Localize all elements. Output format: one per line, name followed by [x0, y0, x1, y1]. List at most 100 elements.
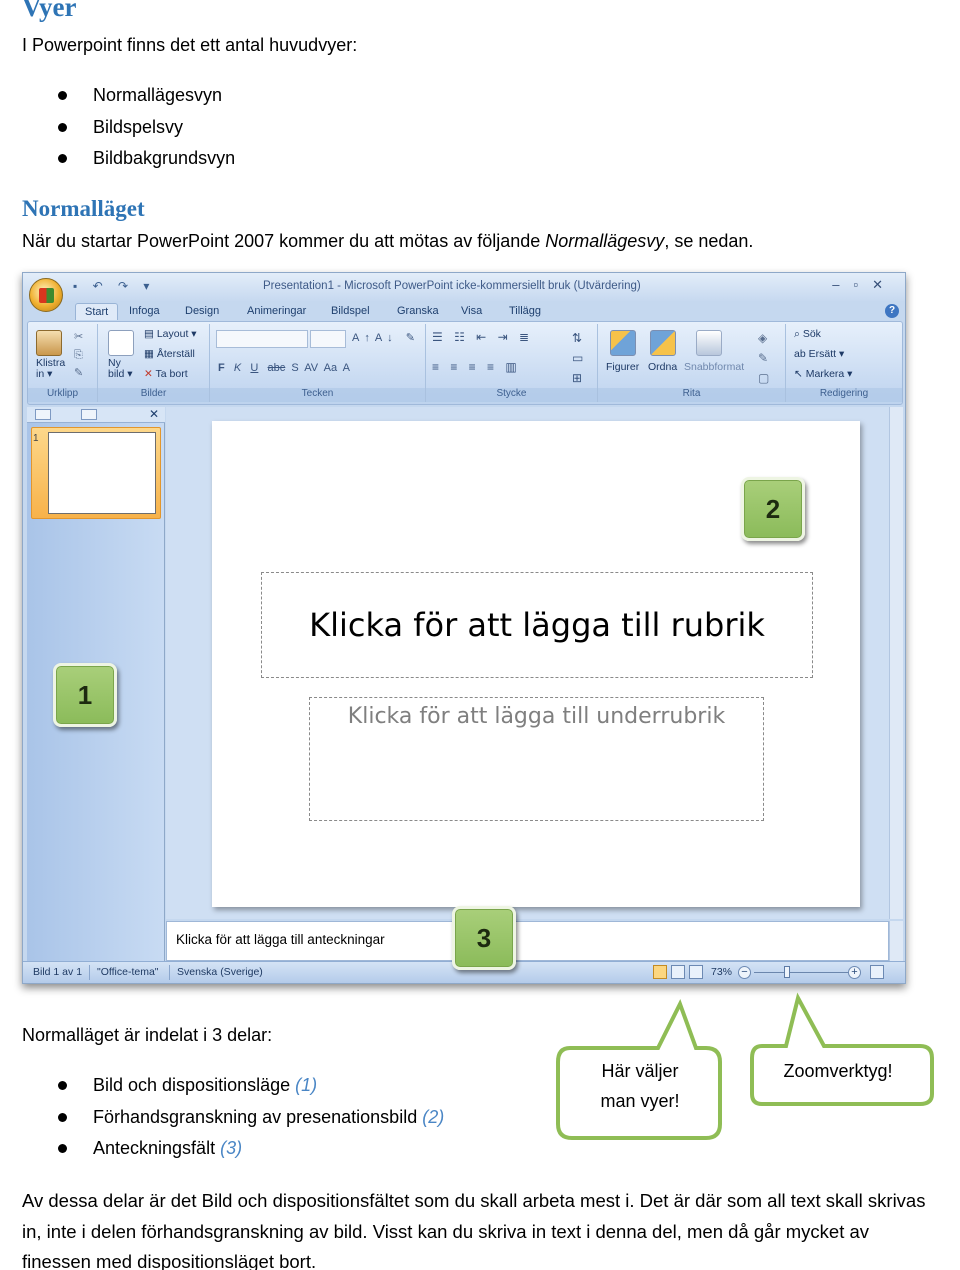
vertical-scrollbar[interactable] — [889, 407, 903, 919]
italic-button[interactable]: K — [234, 362, 241, 374]
office-button-icon[interactable] — [29, 278, 63, 312]
section-heading-normallaget: Normalläget — [22, 196, 145, 221]
quick-styles-icon[interactable] — [696, 330, 722, 356]
select-button[interactable]: ↖ Markera ▾ — [794, 368, 852, 380]
align-buttons[interactable]: ≡ ≡ ≡ ≡ ▥ — [432, 360, 521, 374]
quick-styles-button[interactable]: Snabbformat — [684, 361, 744, 373]
normal-intro-text: När du startar PowerPoint 2007 kommer du… — [22, 230, 753, 252]
ribbon: Klistra in ▾ ✂ ⎘ ✎ Urklipp Ny bild ▾ ▤ Layou… — [27, 321, 903, 405]
zoom-slider-knob[interactable] — [784, 966, 790, 978]
zoom-level[interactable]: 73% — [711, 966, 732, 978]
tab-design[interactable]: Design — [185, 305, 219, 317]
slideshow-view-button[interactable] — [689, 965, 703, 979]
spacing-button[interactable]: AV — [304, 362, 318, 374]
fit-window-icon[interactable] — [870, 965, 884, 979]
group-rita: Figurer Ordna Snabbformat ◈ ✎ ▢ Rita — [598, 324, 786, 402]
status-theme: "Office-tema" — [97, 966, 159, 978]
group-label-tecken: Tecken — [210, 388, 425, 402]
notes-placeholder[interactable]: Klicka för att lägga till anteckningar — [176, 932, 385, 947]
slide-thumbnail[interactable] — [48, 432, 156, 514]
list-item: Bild och dispositionsläge (1) — [0, 1074, 444, 1106]
font-size-select[interactable] — [310, 330, 346, 348]
notes-pane[interactable]: Klicka för att lägga till anteckningar — [166, 921, 889, 961]
font-name-select[interactable] — [216, 330, 308, 348]
paste-icon[interactable] — [36, 330, 62, 356]
cursor-icon: ↖ — [794, 368, 803, 380]
notes-scrollbar[interactable] — [889, 921, 903, 961]
list-item: Normallägesvyn — [0, 84, 235, 116]
tab-start[interactable]: Start — [75, 303, 119, 320]
shadow-button[interactable]: S — [291, 362, 298, 374]
group-tecken: A↑A↓ ✎ F K U abc S AV Aa A Tecken — [210, 324, 426, 402]
format-buttons[interactable]: F K U abc S AV Aa A — [218, 362, 350, 374]
tab-animeringar[interactable]: Animeringar — [247, 305, 306, 317]
parts-intro-text: Normalläget är indelat i 3 delar: — [22, 1025, 273, 1045]
shapes-button[interactable]: Figurer — [606, 361, 639, 373]
underline-button[interactable]: U — [250, 362, 258, 374]
subtitle-placeholder[interactable]: Klicka för att lägga till underrubrik — [309, 697, 764, 821]
clipboard-small-icons[interactable]: ✂ ⎘ ✎ — [74, 328, 83, 382]
group-bilder: Ny bild ▾ ▤ Layout ▾ ▦ Återställ ✕ Ta bor… — [98, 324, 210, 402]
status-separator — [169, 965, 170, 980]
reset-button[interactable]: ▦ Återställ — [144, 348, 195, 360]
strike-button[interactable]: abc — [268, 362, 286, 374]
views-callout-line2: man vyer! — [600, 1091, 680, 1111]
replace-button[interactable]: ab Ersätt ▾ — [794, 348, 844, 360]
list-item: Förhandsgranskning av presenationsbild (… — [0, 1106, 444, 1138]
window-controls[interactable]: –▫✕ — [832, 277, 897, 293]
tab-tillagg[interactable]: Tillägg — [509, 305, 541, 317]
replace-label: Ersätt — [808, 348, 837, 360]
list-item: Bildbakgrundsvyn — [0, 147, 235, 179]
intro-text: I Powerpoint finns det ett antal huvudvy… — [22, 35, 358, 55]
arrange-icon[interactable] — [650, 330, 676, 356]
close-icon[interactable]: ✕ — [149, 407, 159, 421]
layout-label: Layout — [156, 328, 189, 340]
part-ref: (2) — [422, 1106, 445, 1127]
window-titlebar: ▪ ↶ ↷ ▾ Presentation1 - Microsoft PowerP… — [23, 273, 905, 301]
part-text: Anteckningsfält — [93, 1138, 221, 1158]
delete-icon: ✕ — [144, 368, 153, 380]
layout-button[interactable]: ▤ Layout ▾ — [144, 328, 197, 340]
normal-view-button[interactable] — [653, 965, 667, 979]
zoom-out-icon[interactable]: − — [738, 966, 751, 979]
badge-one: 1 — [53, 663, 117, 727]
font-grow-shrink[interactable]: A↑A↓ ✎ — [352, 331, 420, 344]
text-direction-icons[interactable]: ⇅ ▭ ⊞ — [572, 328, 583, 388]
slide-sorter-view-button[interactable] — [671, 965, 685, 979]
new-slide-icon[interactable] — [108, 330, 134, 356]
list-buttons[interactable]: ☰ ☷ ⇤ ⇥ ≣ — [432, 330, 533, 344]
tab-bildspel[interactable]: Bildspel — [331, 305, 370, 317]
normal-intro-after: , se nedan. — [664, 231, 754, 251]
paste-button[interactable]: Klistra in ▾ — [36, 358, 65, 380]
outline-tab-icon[interactable] — [81, 409, 97, 420]
title-placeholder[interactable]: Klicka för att lägga till rubrik — [261, 572, 813, 678]
tab-granska[interactable]: Granska — [397, 305, 439, 317]
shape-format-icons[interactable]: ◈ ✎ ▢ — [758, 328, 769, 388]
page-heading-vyer: Vyer — [22, 0, 77, 22]
views-list: Normallägesvyn Bildspelsvy Bildbakgrunds… — [0, 84, 235, 179]
delete-slide-button[interactable]: ✕ Ta bort — [144, 368, 188, 380]
select-label: Markera — [805, 368, 845, 380]
bold-button[interactable]: F — [218, 362, 225, 374]
quick-access-toolbar[interactable]: ▪ ↶ ↷ ▾ — [73, 279, 155, 293]
new-slide-label-2: bild — [108, 368, 125, 380]
group-label-urklipp: Urklipp — [28, 388, 97, 402]
find-icon: ⌕ — [794, 328, 800, 340]
slides-tab-icon[interactable] — [35, 409, 51, 420]
tab-infoga[interactable]: Infoga — [129, 305, 160, 317]
zoom-in-icon[interactable]: + — [848, 966, 861, 979]
list-item: Anteckningsfält (3) — [0, 1137, 444, 1169]
powerpoint-screenshot: ▪ ↶ ↷ ▾ Presentation1 - Microsoft PowerP… — [22, 272, 906, 984]
zoom-slider-track[interactable] — [754, 972, 849, 973]
group-label-stycke: Stycke — [426, 388, 597, 402]
arrange-button[interactable]: Ordna — [648, 361, 677, 373]
delete-label: Ta bort — [155, 368, 188, 380]
zoom-callout-shape — [750, 992, 934, 1106]
find-button[interactable]: ⌕ Sök — [794, 328, 821, 341]
case-button[interactable]: Aa — [324, 362, 337, 374]
shapes-icon[interactable] — [610, 330, 636, 356]
group-label-redigering: Redigering — [786, 388, 902, 402]
new-slide-button[interactable]: Ny bild ▾ — [108, 358, 133, 380]
help-icon[interactable]: ? — [885, 304, 899, 318]
tab-visa[interactable]: Visa — [461, 305, 482, 317]
